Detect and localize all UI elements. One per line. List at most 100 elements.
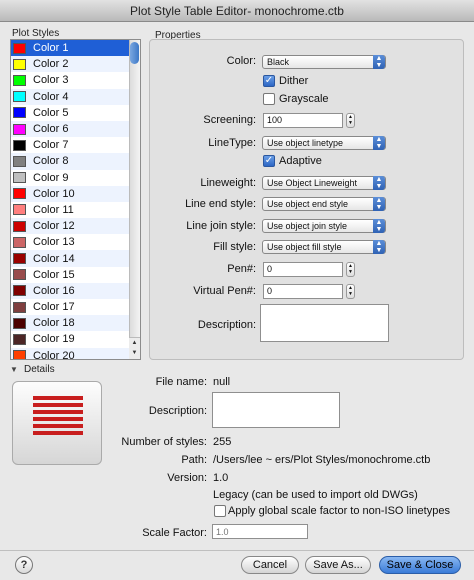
path-value: /Users/lee ~ ers/Plot Styles/monochrome.…: [213, 454, 431, 466]
plot-style-label: Color 9: [33, 171, 69, 184]
pen-stepper[interactable]: ▲ ▼: [346, 262, 355, 277]
line-end-style-value: Use object end style: [267, 199, 349, 209]
chevron-updown-icon: ▲ ▼: [373, 55, 385, 69]
color-label: Color:: [226, 55, 256, 67]
save-as-button[interactable]: Save As...: [305, 556, 371, 574]
color-swatch: [13, 172, 26, 184]
details-label: Details: [24, 364, 55, 375]
line-join-style-select[interactable]: Use object join style ▲ ▼: [262, 219, 386, 233]
line-join-style-label: Line join style:: [186, 220, 256, 232]
plot-style-item[interactable]: Color 17: [11, 299, 140, 315]
plot-style-label: Color 13: [33, 236, 75, 249]
plot-style-label: Color 2: [33, 58, 69, 71]
disclosure-triangle-icon[interactable]: ▼: [10, 365, 18, 374]
plot-style-label: Color 7: [33, 139, 69, 152]
grayscale-checkbox[interactable]: [263, 93, 275, 105]
lineweight-select-value: Use Object Lineweight: [267, 178, 358, 188]
linetype-label: LineType:: [208, 137, 256, 149]
chevron-updown-icon: ▲ ▼: [373, 136, 385, 150]
plot-style-item[interactable]: Color 13: [11, 234, 140, 250]
details-description-label: Description:: [148, 405, 207, 417]
chevron-updown-icon: ▲ ▼: [373, 219, 385, 233]
details-description-field[interactable]: [212, 392, 340, 428]
plot-style-label: Color 16: [33, 284, 75, 297]
virtual-pen-field[interactable]: 0: [263, 284, 343, 299]
plot-style-label: Color 17: [33, 301, 75, 314]
plot-style-item[interactable]: Color 18: [11, 315, 140, 332]
help-button[interactable]: ?: [15, 556, 33, 574]
line-join-style-value: Use object join style: [267, 221, 348, 231]
grayscale-label: Grayscale: [279, 93, 329, 105]
num-styles-value: 255: [213, 436, 232, 448]
scale-factor-field[interactable]: [212, 524, 308, 539]
pen-field[interactable]: 0: [263, 262, 343, 277]
plot-style-item[interactable]: Color 15: [11, 267, 140, 283]
plot-style-item[interactable]: Color 1: [11, 40, 140, 57]
plot-style-item[interactable]: Color 7: [11, 137, 140, 153]
color-select[interactable]: Black ▲ ▼: [262, 55, 386, 69]
fill-style-select[interactable]: Use object fill style ▲ ▼: [262, 240, 386, 254]
color-swatch: [13, 220, 26, 232]
plot-style-item[interactable]: Color 14: [11, 250, 140, 267]
plot-styles-list[interactable]: Color 1 Color 2 Color 3 Color 4 Color 5 Color…: [10, 39, 141, 360]
plot-style-item[interactable]: Color 6: [11, 120, 140, 138]
plot-style-item[interactable]: Color 16: [11, 282, 140, 299]
line-end-style-label: Line end style:: [185, 198, 256, 210]
plot-style-label: Color 6: [33, 123, 69, 136]
plot-style-item[interactable]: Color 8: [11, 153, 140, 170]
chevron-updown-icon: ▲ ▼: [373, 240, 385, 254]
lineweight-label: Lineweight:: [200, 177, 256, 189]
lineweight-select[interactable]: Use Object Lineweight ▲ ▼: [262, 176, 386, 190]
adaptive-label: Adaptive: [279, 155, 322, 167]
screening-field[interactable]: 100: [263, 113, 343, 128]
plot-style-item[interactable]: Color 20: [11, 347, 140, 360]
dither-checkbox[interactable]: ✓: [263, 75, 275, 87]
color-swatch: [13, 236, 26, 248]
chevron-updown-icon: ▲ ▼: [373, 197, 385, 211]
screening-label: Screening:: [203, 114, 256, 126]
screening-stepper[interactable]: ▲ ▼: [346, 113, 355, 128]
plot-style-item[interactable]: Color 10: [11, 185, 140, 202]
cancel-button[interactable]: Cancel: [241, 556, 299, 574]
save-close-button[interactable]: Save & Close: [379, 556, 461, 574]
color-swatch: [13, 333, 26, 345]
plot-style-item[interactable]: Color 4: [11, 88, 140, 105]
list-scroll-thumb[interactable]: [130, 42, 139, 64]
plot-style-label: Color 14: [33, 252, 75, 265]
virtual-pen-label: Virtual Pen#:: [193, 285, 256, 297]
apply-scale-checkbox[interactable]: [214, 505, 226, 517]
apply-scale-label: Apply global scale factor to non-ISO lin…: [228, 505, 450, 517]
plot-style-label: Color 18: [33, 317, 75, 330]
color-swatch: [13, 269, 26, 281]
plot-style-item[interactable]: Color 5: [11, 105, 140, 121]
plot-style-item[interactable]: Color 19: [11, 331, 140, 347]
path-label: Path:: [181, 454, 207, 466]
list-scrollbar[interactable]: ▲ ▼: [129, 40, 140, 359]
virtual-pen-stepper[interactable]: ▲ ▼: [346, 284, 355, 299]
line-end-style-select[interactable]: Use object end style ▲ ▼: [262, 197, 386, 211]
num-styles-label: Number of styles:: [121, 436, 207, 448]
color-swatch: [13, 42, 26, 54]
list-scroll-arrows[interactable]: ▲ ▼: [129, 337, 140, 359]
plot-style-item[interactable]: Color 2: [11, 56, 140, 73]
plot-style-item[interactable]: Color 12: [11, 218, 140, 235]
file-name-value: null: [213, 376, 231, 388]
color-swatch: [13, 350, 26, 359]
pen-label: Pen#:: [227, 263, 256, 275]
property-description-field[interactable]: [260, 304, 389, 342]
color-swatch: [13, 204, 26, 216]
plot-style-item[interactable]: Color 11: [11, 202, 140, 218]
plot-style-label: Color 4: [33, 90, 69, 103]
ctb-file-icon: [12, 381, 102, 465]
plot-style-item[interactable]: Color 9: [11, 170, 140, 186]
window-title: Plot Style Table Editor- monochrome.ctb: [0, 0, 474, 22]
color-swatch: [13, 253, 26, 265]
plot-style-item[interactable]: Color 3: [11, 72, 140, 88]
file-name-label: File name:: [155, 376, 207, 388]
plot-styles-label: Plot Styles: [12, 28, 60, 39]
plot-style-label: Color 20: [33, 349, 75, 360]
linetype-select[interactable]: Use object linetype ▲ ▼: [262, 136, 386, 150]
plot-style-label: Color 19: [33, 333, 75, 346]
color-swatch: [13, 74, 26, 86]
adaptive-checkbox[interactable]: ✓: [263, 155, 275, 167]
